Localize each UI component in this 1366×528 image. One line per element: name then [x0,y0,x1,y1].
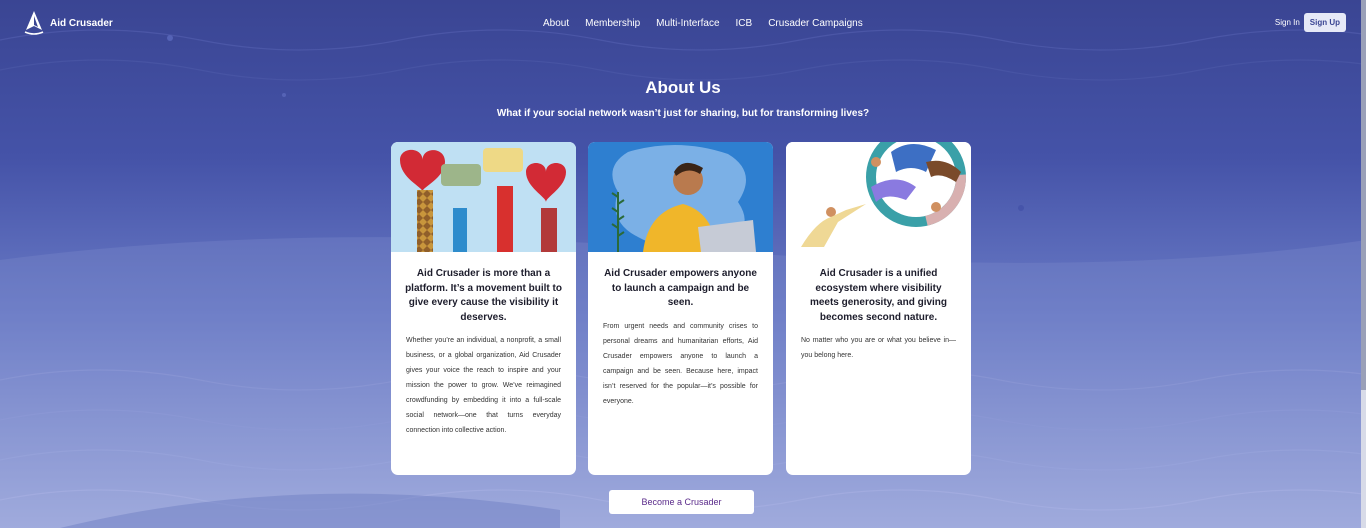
nav-multi-interface[interactable]: Multi-Interface [656,18,719,29]
about-card-1: Aid Crusader is more than a platform. It… [391,142,576,475]
card-2-body: From urgent needs and community crises t… [603,322,758,405]
card-1-heading: Aid Crusader is more than a platform. It… [405,268,562,323]
page-subtitle: What if your social network wasn’t just … [496,108,870,119]
nav-crusader-campaigns[interactable]: Crusader Campaigns [768,18,863,29]
scrollbar-thumb[interactable] [1361,0,1366,390]
top-navbar: Aid Crusader About Membership Multi-Inte… [0,0,1366,48]
sign-in-link[interactable]: Sign In [1275,18,1300,27]
hands-hearts-illustration [391,142,576,252]
page-title: About Us [645,78,721,97]
nav-membership[interactable]: Membership [585,18,640,29]
auth-buttons: Sign In Sign Up [1275,13,1346,32]
card-1-body: Whether you’re an individual, a nonprofi… [406,337,561,434]
brand-logo[interactable]: Aid Crusader [24,10,113,36]
sail-logo-icon [24,11,44,35]
page-scrollbar[interactable] [1361,0,1366,528]
brand-name: Aid Crusader [50,17,113,29]
card-3-heading: Aid Crusader is a unified ecosystem wher… [809,268,948,323]
person-laptop-illustration [588,142,773,252]
nav-links: About Membership Multi-Interface ICB Cru… [543,18,863,29]
become-crusader-button[interactable]: Become a Crusader [609,490,754,514]
linked-hands-illustration [786,142,971,252]
card-3-body: No matter who you are or what you believ… [801,337,956,359]
nav-about[interactable]: About [543,18,569,29]
about-card-2: Aid Crusader empowers anyone to launch a… [588,142,773,475]
nav-icb[interactable]: ICB [736,18,753,29]
card-2-heading: Aid Crusader empowers anyone to launch a… [604,268,757,308]
about-card-3: Aid Crusader is a unified ecosystem wher… [786,142,971,475]
sign-up-button[interactable]: Sign Up [1303,13,1346,32]
